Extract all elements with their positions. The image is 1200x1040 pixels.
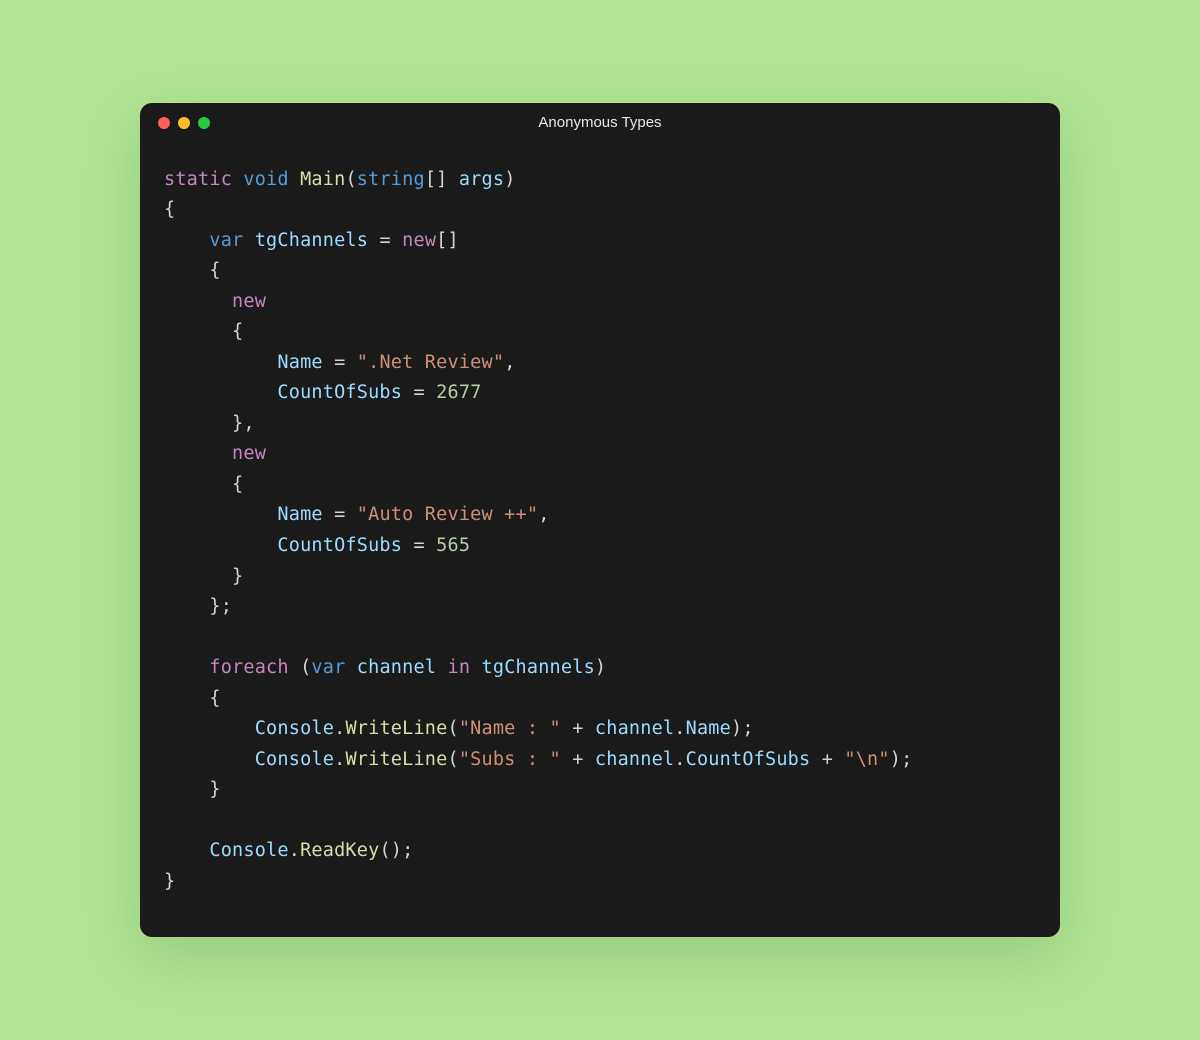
number-literal: 2677 bbox=[436, 382, 481, 403]
punct: ( bbox=[447, 718, 458, 739]
punct: { bbox=[209, 260, 220, 281]
punct: , bbox=[504, 352, 515, 373]
titlebar: Anonymous Types bbox=[140, 103, 1060, 143]
punct: [] bbox=[436, 230, 459, 251]
minimize-icon[interactable] bbox=[178, 117, 190, 129]
punct: ( bbox=[300, 657, 311, 678]
punct: + bbox=[572, 718, 595, 739]
punct: } bbox=[209, 779, 220, 800]
class-console: Console bbox=[255, 718, 334, 739]
function-readkey: ReadKey bbox=[300, 840, 379, 861]
keyword-foreach: foreach bbox=[209, 657, 288, 678]
punct: = bbox=[334, 352, 357, 373]
var-channel: channel bbox=[595, 749, 674, 770]
punct: } bbox=[164, 871, 175, 892]
punct: = bbox=[413, 382, 436, 403]
punct: { bbox=[164, 199, 175, 220]
function-writeline: WriteLine bbox=[345, 749, 447, 770]
punct: ( bbox=[345, 169, 356, 190]
punct: + bbox=[822, 749, 845, 770]
punct: . bbox=[674, 749, 685, 770]
punct: . bbox=[334, 718, 345, 739]
prop-countofsubs: CountOfSubs bbox=[277, 382, 402, 403]
keyword-new: new bbox=[232, 291, 266, 312]
punct: , bbox=[538, 504, 549, 525]
var-tgchannels: tgChannels bbox=[255, 230, 368, 251]
keyword-new: new bbox=[232, 443, 266, 464]
var-args: args bbox=[459, 169, 504, 190]
punct: = bbox=[379, 230, 402, 251]
punct: { bbox=[232, 474, 243, 495]
punct: [] bbox=[425, 169, 459, 190]
prop-name: Name bbox=[686, 718, 731, 739]
punct: ) bbox=[595, 657, 606, 678]
keyword-var: var bbox=[311, 657, 345, 678]
keyword-var: var bbox=[209, 230, 243, 251]
punct: }, bbox=[232, 413, 255, 434]
window-title: Anonymous Types bbox=[158, 114, 1042, 131]
punct: { bbox=[232, 321, 243, 342]
code-editor[interactable]: static void Main(string[] args) { var tg… bbox=[140, 143, 1060, 937]
keyword-void: void bbox=[243, 169, 288, 190]
function-writeline: WriteLine bbox=[345, 718, 447, 739]
punct: ); bbox=[890, 749, 913, 770]
number-literal: 565 bbox=[436, 535, 470, 556]
close-icon[interactable] bbox=[158, 117, 170, 129]
string-literal: "Subs : " bbox=[459, 749, 561, 770]
maximize-icon[interactable] bbox=[198, 117, 210, 129]
string-literal: "Auto Review ++" bbox=[357, 504, 538, 525]
string-literal: "\n" bbox=[844, 749, 889, 770]
var-channel: channel bbox=[357, 657, 436, 678]
string-literal: "Name : " bbox=[459, 718, 561, 739]
punct: = bbox=[413, 535, 436, 556]
punct: { bbox=[209, 688, 220, 709]
type-string: string bbox=[357, 169, 425, 190]
prop-countofsubs: CountOfSubs bbox=[686, 749, 811, 770]
class-console: Console bbox=[255, 749, 334, 770]
keyword-new: new bbox=[402, 230, 436, 251]
punct: = bbox=[334, 504, 357, 525]
keyword-static: static bbox=[164, 169, 232, 190]
punct: (); bbox=[379, 840, 413, 861]
class-console: Console bbox=[209, 840, 288, 861]
punct: } bbox=[232, 566, 243, 587]
var-channel: channel bbox=[595, 718, 674, 739]
prop-name: Name bbox=[277, 352, 322, 373]
punct: }; bbox=[209, 596, 232, 617]
punct: . bbox=[674, 718, 685, 739]
keyword-in: in bbox=[448, 657, 471, 678]
prop-countofsubs: CountOfSubs bbox=[277, 535, 402, 556]
punct: ); bbox=[731, 718, 754, 739]
function-main: Main bbox=[300, 169, 345, 190]
punct: ) bbox=[504, 169, 515, 190]
prop-name: Name bbox=[277, 504, 322, 525]
code-window: Anonymous Types static void Main(string[… bbox=[140, 103, 1060, 937]
string-literal: ".Net Review" bbox=[357, 352, 504, 373]
var-tgchannels: tgChannels bbox=[482, 657, 595, 678]
punct: . bbox=[289, 840, 300, 861]
punct: . bbox=[334, 749, 345, 770]
punct: + bbox=[572, 749, 595, 770]
punct: ( bbox=[447, 749, 458, 770]
traffic-lights bbox=[158, 117, 210, 129]
